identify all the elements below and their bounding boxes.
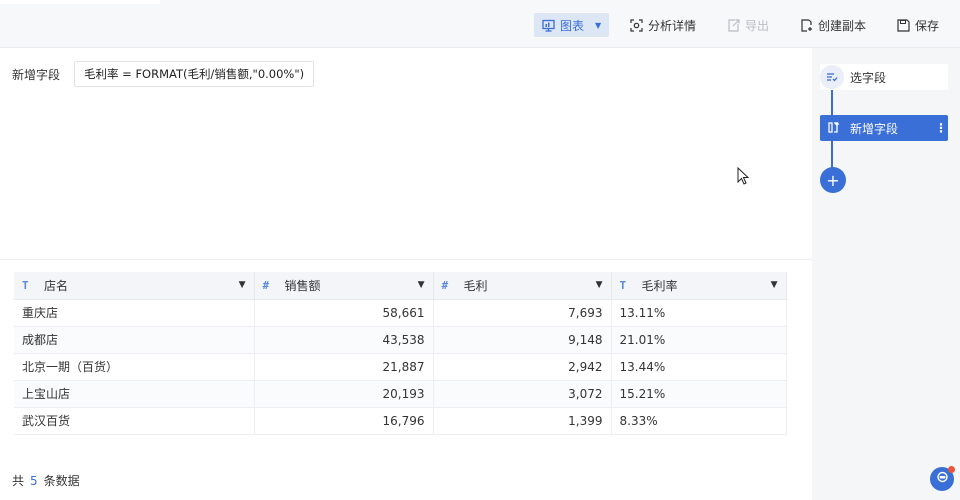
analysis-details-label: 分析详情 <box>648 18 697 33</box>
save-button[interactable]: 保存 <box>897 13 939 37</box>
toolbar-accent-strip <box>0 0 160 4</box>
save-icon <box>897 18 910 32</box>
chart-button[interactable]: 图表 ▼ <box>534 13 610 37</box>
editor-area: 新增字段 毛利率 = FORMAT(毛利/销售额,"0.00%") T 店名 ▼ #… <box>0 48 812 500</box>
number-type-icon: # <box>441 278 449 292</box>
text-type-icon: T <box>619 278 627 292</box>
chart-label: 图表 <box>560 18 585 33</box>
table-cell: 9,148 <box>433 326 612 354</box>
table-cell: 15.21% <box>611 380 787 408</box>
table-cell: 20,193 <box>254 380 434 408</box>
table-cell: 21.01% <box>611 326 787 354</box>
steps-panel: 选字段 新增字段 ⋮ + <box>812 48 960 500</box>
table-cell: 重庆店 <box>14 299 255 327</box>
dropdown-arrow-icon[interactable]: ▼ <box>239 280 246 290</box>
column-name: 销售额 <box>284 278 321 293</box>
table-cell: 13.11% <box>611 299 787 327</box>
toolbar: 图表 ▼ 分析详情 导出 创建副本 保存 <box>0 0 960 48</box>
number-type-icon: # <box>262 278 270 292</box>
dropdown-arrow-icon[interactable]: ▼ <box>596 280 603 290</box>
table-header-row: T 店名 ▼ # 销售额 ▼ # 毛利 ▼ T 毛利率 ▼ <box>14 272 787 300</box>
new-field-icon <box>828 121 840 136</box>
table-cell: 8.33% <box>611 407 787 435</box>
divider <box>0 259 812 260</box>
table-row: 重庆店 58,661 7,693 13.11% <box>14 299 787 327</box>
step-label: 选字段 <box>850 70 887 85</box>
scan-icon <box>630 18 643 32</box>
data-preview-table: T 店名 ▼ # 销售额 ▼ # 毛利 ▼ T 毛利率 ▼ 重庆店 58,661 7,693 1… <box>14 272 787 435</box>
column-header-store[interactable]: T 店名 ▼ <box>14 272 255 300</box>
step-select-fields[interactable]: 选字段 <box>820 64 948 90</box>
table-cell: 13.44% <box>611 353 787 381</box>
table-cell: 43,538 <box>254 326 434 354</box>
analysis-details-button[interactable]: 分析详情 <box>630 13 696 37</box>
column-name: 店名 <box>44 278 69 293</box>
column-header-sales[interactable]: # 销售额 ▼ <box>254 272 434 300</box>
table-cell: 58,661 <box>254 299 434 327</box>
help-chat-button[interactable] <box>930 466 955 491</box>
export-icon <box>727 18 740 32</box>
create-copy-label: 创建副本 <box>818 18 867 33</box>
column-name: 毛利率 <box>641 278 678 293</box>
chevron-down-icon: ▼ <box>595 20 602 30</box>
notification-dot <box>948 466 955 473</box>
table-cell: 16,796 <box>254 407 434 435</box>
copy-icon <box>800 18 813 32</box>
export-button[interactable]: 导出 <box>727 13 769 37</box>
table-cell: 2,942 <box>433 353 612 381</box>
column-header-margin[interactable]: T 毛利率 ▼ <box>611 272 787 300</box>
row-count: 共 5 条数据 <box>12 472 80 489</box>
table-cell: 1,399 <box>433 407 612 435</box>
more-options-icon[interactable]: ⋮ <box>934 121 948 135</box>
table-cell: 上宝山店 <box>14 380 255 408</box>
table-cell: 3,072 <box>433 380 612 408</box>
dropdown-arrow-icon[interactable]: ▼ <box>771 280 778 290</box>
create-copy-button[interactable]: 创建副本 <box>800 13 866 37</box>
mouse-cursor-icon <box>737 166 750 188</box>
text-type-icon: T <box>22 278 29 292</box>
step-label: 新增字段 <box>850 121 899 136</box>
table-cell: 21,887 <box>254 353 434 381</box>
table-row: 成都店 43,538 9,148 21.01% <box>14 326 787 354</box>
row-count-value: 5 <box>30 474 38 488</box>
table-row: 武汉百货 16,796 1,399 8.33% <box>14 407 787 435</box>
save-label: 保存 <box>915 18 940 33</box>
add-step-button[interactable]: + <box>820 167 846 193</box>
step-new-field[interactable]: 新增字段 ⋮ <box>820 115 948 141</box>
column-name: 毛利 <box>463 278 488 293</box>
select-fields-icon <box>820 65 844 89</box>
row-count-prefix: 共 <box>12 474 25 488</box>
row-count-suffix: 条数据 <box>43 474 80 488</box>
chat-icon <box>936 471 949 487</box>
table-cell: 北京一期（百货） <box>14 353 255 381</box>
table-cell: 武汉百货 <box>14 407 255 435</box>
table-row: 上宝山店 20,193 3,072 15.21% <box>14 380 787 408</box>
chart-icon <box>542 19 555 32</box>
dropdown-arrow-icon[interactable]: ▼ <box>418 280 425 290</box>
column-header-profit[interactable]: # 毛利 ▼ <box>433 272 612 300</box>
plus-icon: + <box>826 170 840 190</box>
field-label: 新增字段 <box>12 68 61 82</box>
table-cell: 7,693 <box>433 299 612 327</box>
formula-input[interactable]: 毛利率 = FORMAT(毛利/销售额,"0.00%") <box>74 61 315 87</box>
table-cell: 成都店 <box>14 326 255 354</box>
table-row: 北京一期（百货） 21,887 2,942 13.44% <box>14 353 787 381</box>
export-label: 导出 <box>745 18 770 33</box>
